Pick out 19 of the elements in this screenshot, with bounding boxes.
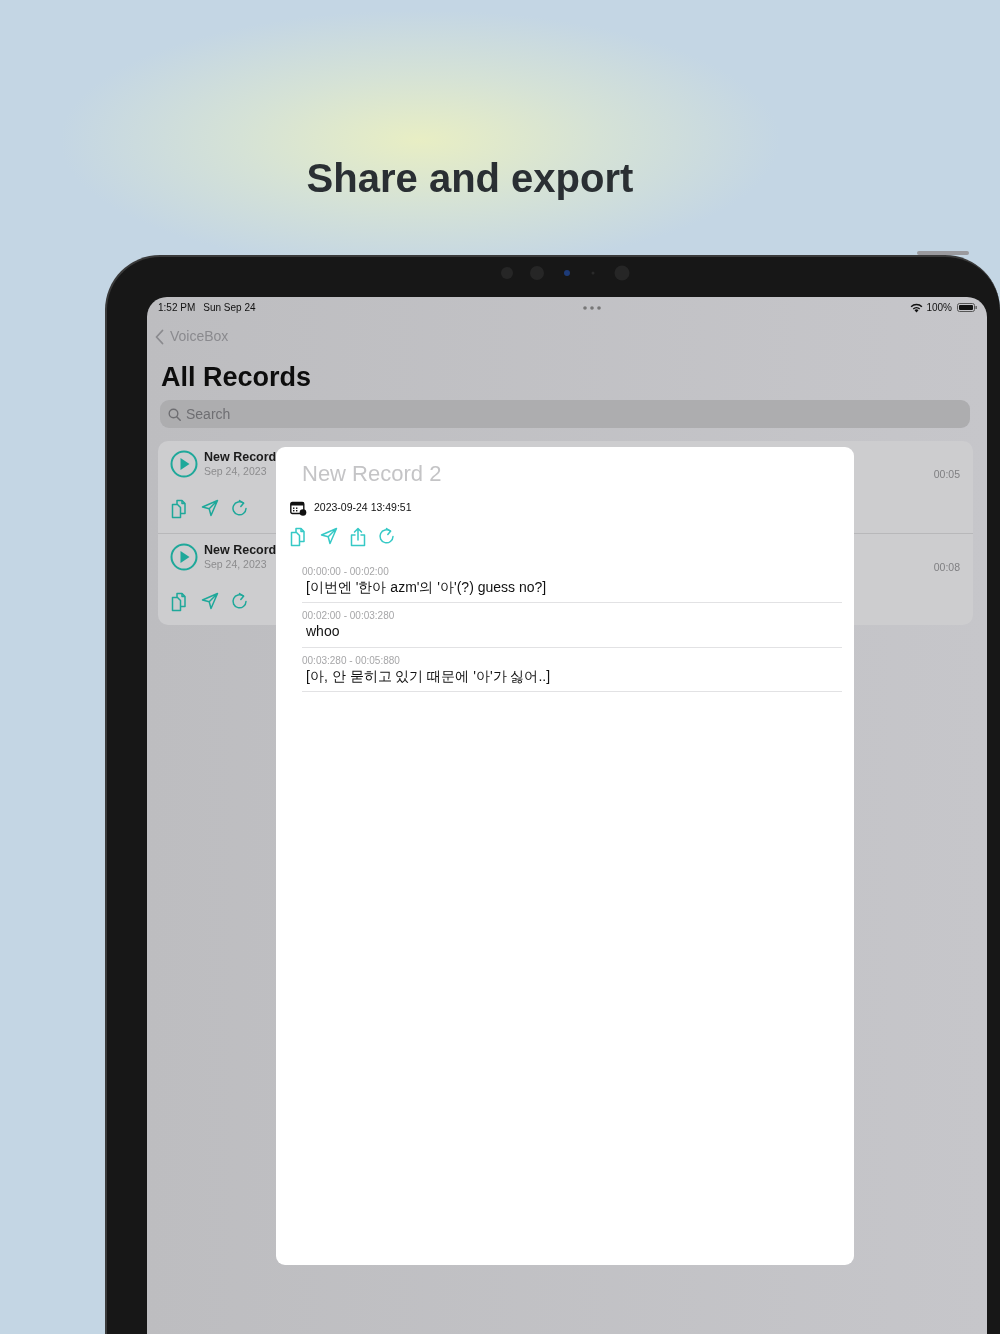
detail-title: New Record 2 <box>302 461 443 488</box>
battery-level: 100% <box>926 301 952 315</box>
status-time: 1:52 PM <box>158 301 196 315</box>
page-title: All Records <box>161 361 313 394</box>
record-date: Sep 24, 2023 <box>204 558 268 573</box>
record-duration: 00:05 <box>933 467 960 483</box>
headline: Share and export <box>306 156 634 200</box>
segment-time: 00:03:280 - 00:05:880 <box>302 654 401 667</box>
segment-text: [이번엔 '한아 azm'의 '아'(?) guess no?] <box>306 578 548 597</box>
status-date: Sun Sep 24 <box>203 301 256 315</box>
segment-time: 00:02:00 - 00:03:280 <box>302 610 396 623</box>
record-title: New Record <box>204 450 277 466</box>
record-timestamp: 2023-09-24 13:49:51 <box>314 500 412 516</box>
segment-text: whoo <box>306 622 341 641</box>
record-title: New Record <box>204 543 277 559</box>
segment-time: 00:00:00 - 00:02:00 <box>302 566 390 579</box>
segment-text: [아, 안 묻히고 있기 때문에 '아'가 싫어..] <box>306 666 552 685</box>
record-duration: 00:08 <box>933 560 960 576</box>
record-date: Sep 24, 2023 <box>204 465 268 480</box>
